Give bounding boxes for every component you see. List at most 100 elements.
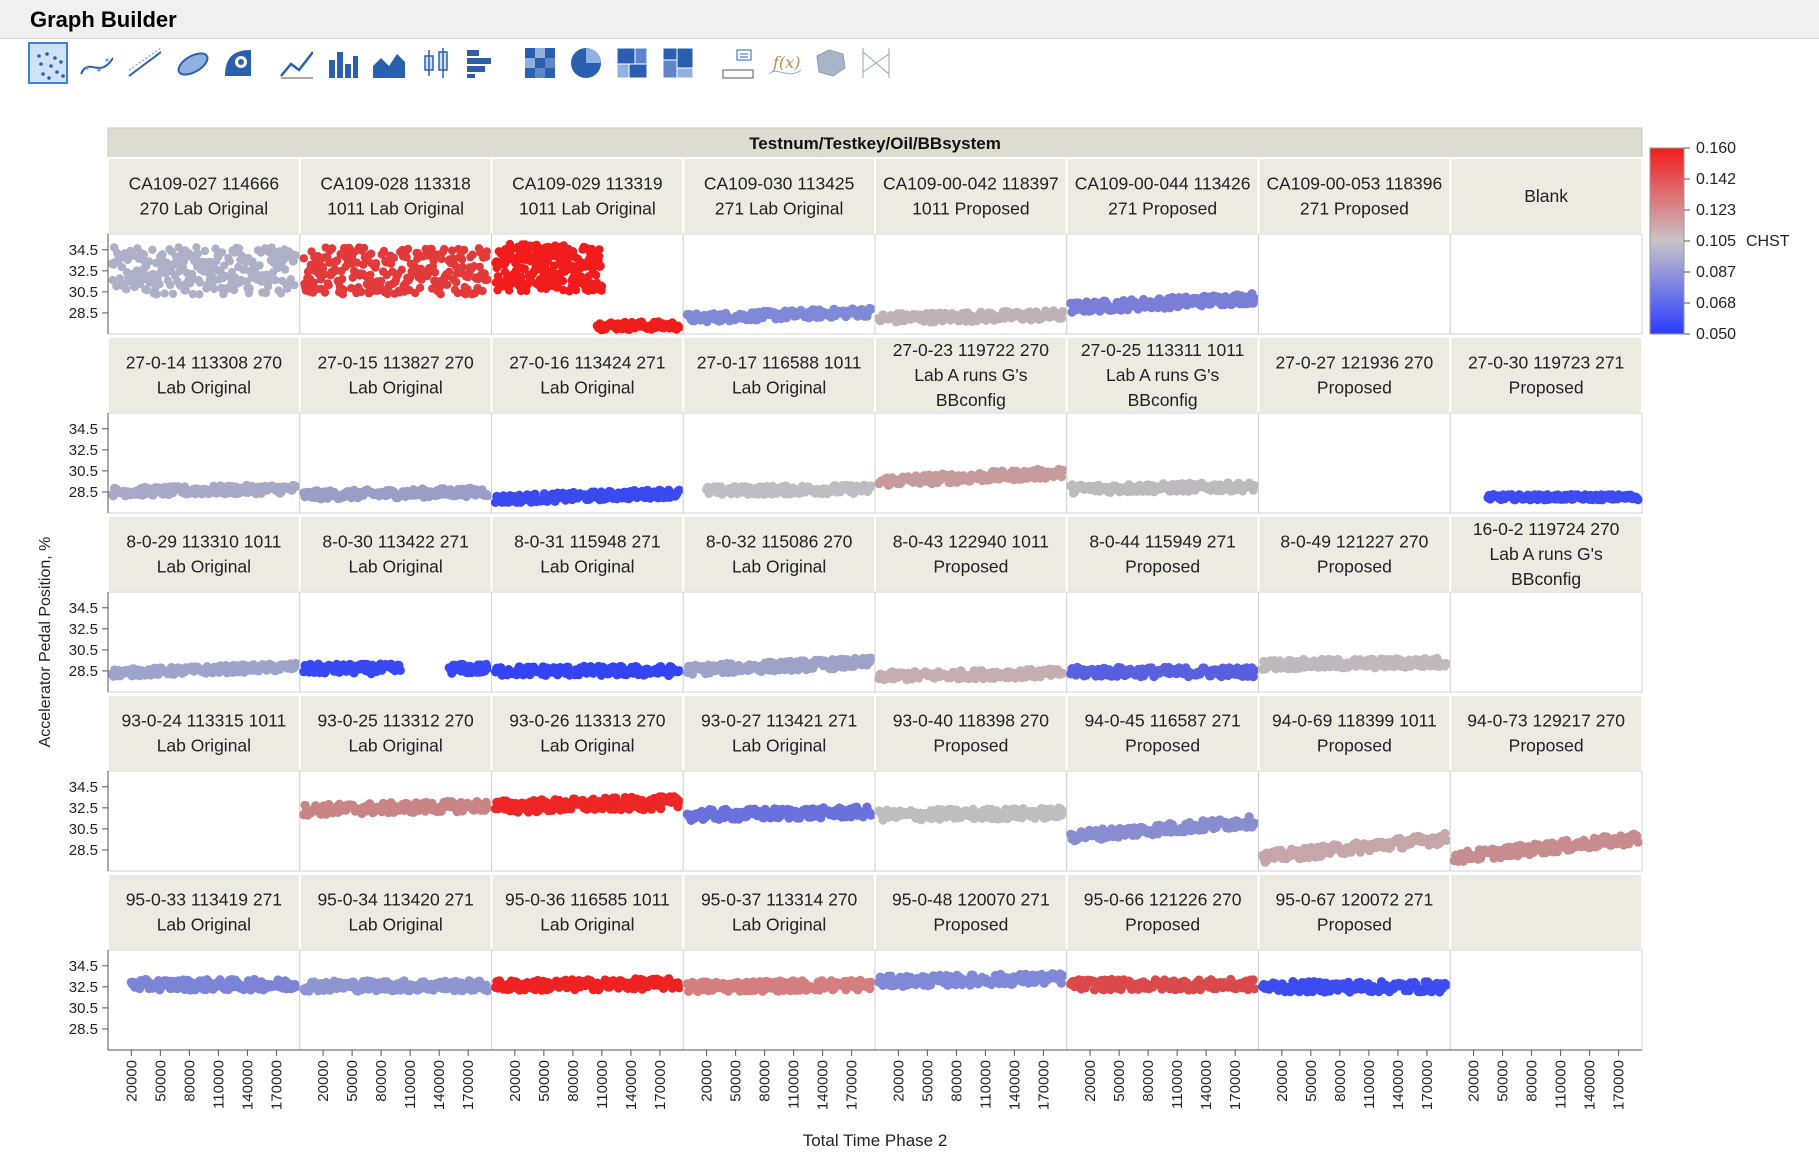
panel-label: CA109-028 113318: [320, 174, 471, 194]
data-point: [371, 259, 381, 268]
panel-label: Proposed: [933, 736, 1008, 756]
panel-label-cell: [298, 336, 493, 414]
data-point: [674, 666, 684, 676]
panel-label: 271 Proposed: [1108, 199, 1217, 219]
panel-label-cell: [298, 694, 493, 772]
data-point: [459, 245, 469, 255]
panel-plot-area: [682, 412, 876, 514]
panel-label: 270 Lab Original: [140, 199, 268, 219]
data-point: [1249, 480, 1260, 491]
panel-label: 93-0-26 113313 270: [509, 711, 666, 731]
panel-label: 94-0-73 129217 270: [1467, 711, 1625, 731]
panel-plot-area: [1258, 591, 1451, 693]
panel-plot-area: [107, 949, 301, 1051]
data-point: [181, 286, 190, 295]
data-point: [437, 254, 446, 264]
data-point: [195, 278, 205, 287]
panel-label: 1011 Proposed: [912, 199, 1029, 219]
data-point: [457, 255, 467, 264]
data-point: [674, 322, 684, 332]
data-point: [482, 803, 493, 813]
data-point: [389, 253, 399, 263]
panel-label-cell: [298, 157, 493, 235]
data-point: [158, 250, 167, 259]
panel-label: Lab Original: [732, 736, 826, 756]
data-point: [1441, 659, 1451, 669]
panel-label: 8-0-43 122940 1011: [893, 532, 1049, 552]
data-point: [1441, 835, 1451, 846]
panel-label: BBconfig: [1128, 390, 1198, 410]
data-point: [1058, 465, 1068, 475]
data-point: [1249, 818, 1260, 828]
data-point: [324, 281, 333, 290]
panel-label: CA109-030 113425: [704, 174, 855, 194]
panel-label: 93-0-40 118398 270: [893, 711, 1050, 731]
panel-label: Blank: [1524, 186, 1568, 206]
panel-label: 27-0-27 121936 270: [1276, 353, 1434, 373]
panel-label-cell: [490, 873, 685, 951]
panel-label: 27-0-23 119722 270: [893, 340, 1050, 360]
data-point: [866, 481, 876, 491]
panel-label: Lab Original: [732, 557, 826, 577]
panel-label: 1011 Lab Original: [327, 199, 464, 219]
data-point: [595, 245, 604, 254]
panel-label-cell: [1257, 515, 1452, 593]
data-point: [200, 246, 210, 256]
panel-label: 8-0-49 121227 270: [1280, 532, 1428, 552]
panel-label-cell: [490, 157, 685, 235]
panel-label: Lab Original: [348, 736, 442, 756]
panel-label: Proposed: [1509, 378, 1584, 398]
panel-label-cell: [682, 515, 876, 593]
data-point: [320, 288, 330, 297]
panel-plot-area: [1066, 233, 1259, 335]
data-point: [359, 243, 369, 253]
data-point: [280, 265, 290, 274]
data-point: [674, 983, 684, 993]
data-point: [290, 280, 299, 290]
data-point: [558, 276, 568, 285]
panel-label-cell: [107, 694, 301, 772]
panel-plot-area: [299, 770, 492, 872]
panel-label-cell: [874, 157, 1068, 235]
panel-label: 95-0-37 113314 270: [701, 890, 858, 910]
data-point: [337, 274, 347, 284]
panel-label-cell: [298, 873, 493, 951]
data-point: [1058, 668, 1068, 678]
panel-label: Lab A runs G's: [1489, 544, 1603, 564]
panel-plot-area: [682, 591, 876, 693]
data-point: [440, 244, 449, 254]
data-point: [866, 810, 876, 820]
panel-label-cell: [874, 515, 1068, 593]
data-point: [674, 796, 684, 806]
data-point: [403, 244, 413, 254]
panel-plot-area: [874, 949, 1068, 1051]
data-point: [160, 289, 169, 298]
panel-label: 94-0-69 118399 1011: [1272, 711, 1437, 731]
panel-label-cell: [874, 873, 1068, 951]
data-point: [397, 265, 406, 274]
panel-label: 27-0-14 113308 270: [126, 353, 283, 373]
data-point: [674, 485, 684, 495]
data-point: [366, 249, 376, 258]
panel-label: Lab A runs G's: [914, 365, 1028, 385]
panel-plot-area: [299, 591, 492, 693]
data-point: [122, 285, 131, 294]
panel-label: Lab Original: [348, 557, 442, 577]
panel-label: CA109-029 113319: [512, 174, 663, 194]
panel-label-cell: [682, 336, 876, 414]
data-point: [291, 481, 301, 492]
panel-label-cell: [1449, 336, 1643, 414]
panel-label-cell: [1257, 694, 1452, 772]
data-point: [217, 248, 227, 257]
panel-label: Lab Original: [540, 736, 634, 756]
panel-label: 95-0-48 120070 271: [892, 890, 1050, 910]
panel-label-cell: [1257, 336, 1452, 414]
panel-label: Lab Original: [540, 915, 634, 935]
data-point: [1249, 293, 1260, 303]
panel-label: 8-0-29 113310 1011: [126, 532, 281, 552]
panel-label: Lab A runs G's: [1106, 365, 1220, 385]
data-point: [210, 284, 219, 294]
data-point: [291, 982, 301, 992]
data-point: [415, 283, 425, 292]
panel-label: 95-0-36 116585 1011: [505, 890, 670, 910]
